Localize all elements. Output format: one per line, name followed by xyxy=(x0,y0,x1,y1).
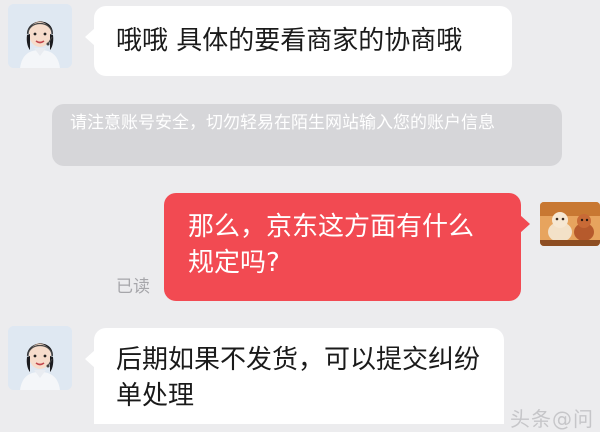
agent-avatar-icon xyxy=(8,4,72,68)
message-text: 哦哦 具体的要看商家的协商哦 xyxy=(116,26,463,56)
agent-avatar[interactable] xyxy=(8,326,72,390)
agent-avatar[interactable] xyxy=(8,4,72,68)
security-notice-text: 请注意账号安全，切勿轻易在陌生网站输入您的账户信息 xyxy=(70,113,495,133)
message-bubble-incoming[interactable]: 后期如果不发货，可以提交纠纷单处理 xyxy=(85,328,504,424)
message-text: 后期如果不发货，可以提交纠纷单处理 xyxy=(116,345,481,411)
user-avatar[interactable] xyxy=(540,202,600,246)
message-bubble-incoming[interactable]: 哦哦 具体的要看商家的协商哦 xyxy=(85,6,512,76)
agent-avatar-icon xyxy=(8,326,72,390)
message-text: 那么，京东这方面有什么规定吗? xyxy=(188,212,475,278)
message-bubble-outgoing[interactable]: 那么，京东这方面有什么规定吗? xyxy=(164,193,530,301)
watermark: 头条@问 xyxy=(510,407,594,431)
read-receipt: 已读 xyxy=(116,277,150,297)
security-notice: 请注意账号安全，切勿轻易在陌生网站输入您的账户信息 xyxy=(52,104,562,166)
user-avatar-icon xyxy=(540,202,600,246)
